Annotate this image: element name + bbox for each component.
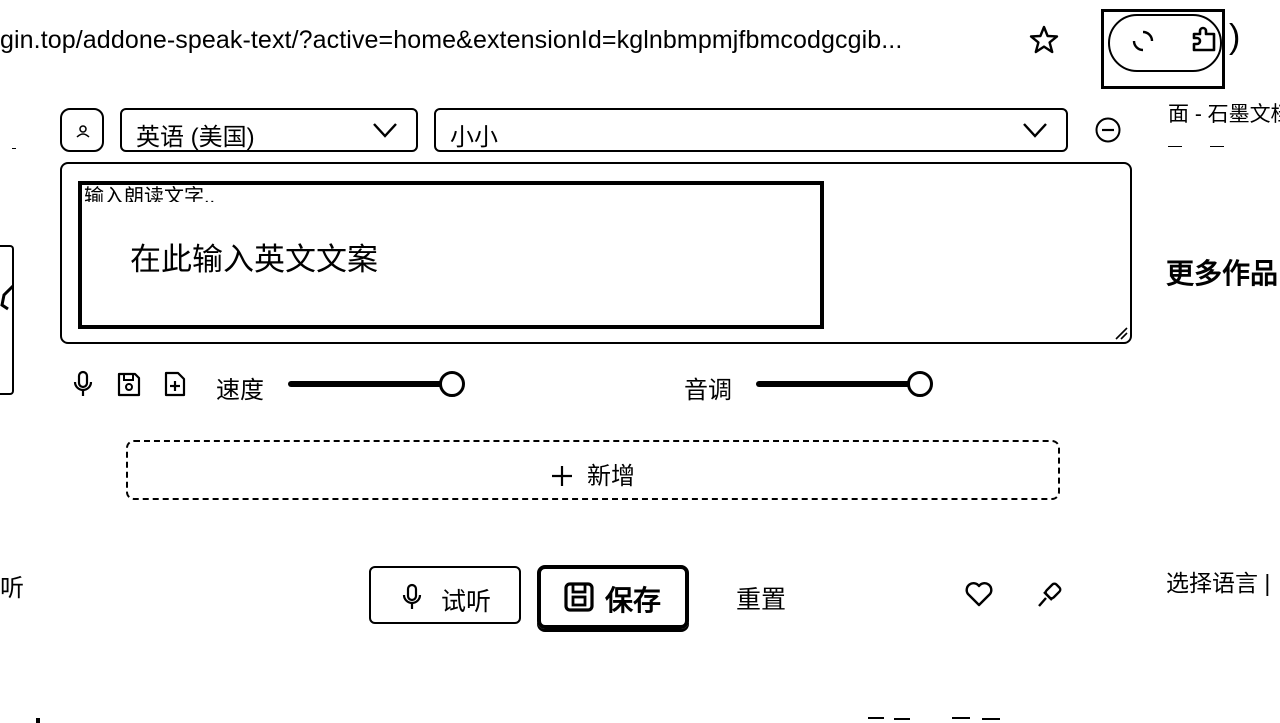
voice-avatar-button[interactable]: [60, 108, 104, 152]
loading-spinner-icon: [1132, 30, 1154, 52]
divider: [12, 148, 16, 149]
toolbar-edge: ): [1229, 18, 1241, 56]
speed-label: 速度: [216, 377, 264, 404]
left-panel-icon: [0, 283, 14, 311]
annotation-text: 在此输入英文文案: [130, 242, 378, 277]
slider-track: [756, 381, 920, 387]
divider: [1168, 146, 1182, 147]
pin-icon[interactable]: [1036, 580, 1064, 610]
resize-handle-icon[interactable]: [1112, 324, 1128, 340]
chevron-down-icon: [1023, 123, 1047, 138]
microphone-icon[interactable]: [70, 370, 96, 398]
plus-icon: [552, 466, 572, 486]
user-icon: [76, 125, 90, 138]
reset-button[interactable]: 重置: [736, 580, 786, 616]
more-works-heading[interactable]: 更多作品: [1166, 252, 1278, 292]
chevron-down-icon: [373, 123, 397, 138]
language-select[interactable]: 英语 (美国): [120, 108, 418, 152]
pitch-slider[interactable]: [756, 371, 946, 397]
add-file-icon[interactable]: [162, 370, 188, 398]
heart-icon[interactable]: [964, 580, 994, 608]
slider-thumb[interactable]: [907, 371, 933, 397]
slider-thumb[interactable]: [439, 371, 465, 397]
slider-track: [288, 381, 452, 387]
voice-select[interactable]: 小小: [434, 108, 1068, 152]
address-bar-url[interactable]: gin.top/addone-speak-text/?active=home&e…: [0, 26, 902, 55]
left-panel-frame: [0, 245, 14, 395]
voice-select-value: 小小: [450, 124, 498, 151]
pitch-label: 音调: [684, 377, 732, 404]
language-selector-text[interactable]: 选择语言 |: [1166, 564, 1270, 598]
clipped-fragment: [36, 718, 40, 723]
add-new-label: 新增: [587, 463, 635, 490]
save-button[interactable]: 保存: [537, 565, 689, 629]
microphone-icon: [402, 583, 422, 609]
clipped-text-fragment: [868, 717, 1000, 720]
divider: [1210, 146, 1224, 147]
save-label: 保存: [605, 585, 662, 616]
side-tab-title[interactable]: 面 - 石墨文档: [1168, 98, 1280, 128]
listen-button[interactable]: 试听: [369, 566, 521, 624]
listen-label: 试听: [441, 588, 492, 616]
extensions-puzzle-icon[interactable]: [1188, 24, 1220, 56]
save-disk-icon[interactable]: [116, 370, 142, 398]
bookmark-star-icon[interactable]: [1028, 24, 1060, 56]
left-tab-label[interactable]: 听: [0, 568, 24, 603]
add-new-button[interactable]: 新增: [126, 440, 1060, 500]
speed-slider[interactable]: [288, 371, 478, 397]
language-select-value: 英语 (美国): [136, 124, 255, 151]
remove-circle-icon[interactable]: [1094, 116, 1122, 144]
save-disk-icon: [564, 582, 594, 612]
